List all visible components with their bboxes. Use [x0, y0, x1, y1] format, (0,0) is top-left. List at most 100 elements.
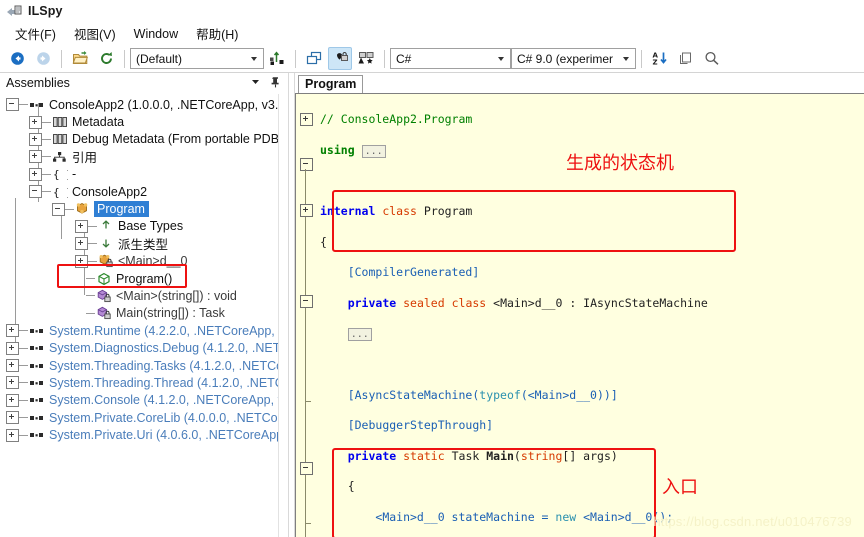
- state-machine-annotation-text: 生成的状态机: [566, 153, 674, 174]
- language-combo[interactable]: C#: [390, 48, 511, 69]
- tree-node[interactable]: Debug Metadata (From portable PDB: [0, 131, 288, 148]
- code-comment: // ConsoleApp2.Program: [320, 112, 473, 127]
- tree-expander-plus-icon[interactable]: [6, 428, 19, 442]
- class-private-icon: [98, 254, 114, 268]
- tree-node[interactable]: Program(): [0, 270, 288, 287]
- forward-icon[interactable]: [31, 47, 55, 70]
- show-private-members-icon[interactable]: [328, 47, 352, 70]
- title-bar: ILSpy: [0, 0, 864, 22]
- tree-expander-plus-icon[interactable]: [6, 376, 19, 390]
- default-combo-value: (Default): [136, 51, 183, 66]
- code-line: {: [320, 234, 327, 249]
- tree-node[interactable]: 派生类型: [0, 235, 288, 252]
- tree-node[interactable]: { }-: [0, 166, 288, 183]
- tree-expander-minus-icon[interactable]: [52, 202, 65, 216]
- fold-marker-mainwrapper[interactable]: [300, 462, 313, 475]
- tree-expander-plus-icon[interactable]: [29, 167, 42, 181]
- tree-node[interactable]: { } ConsoleApp2: [0, 183, 288, 200]
- toolbar-separator-2: [124, 49, 125, 68]
- ilspy-icon: [6, 4, 22, 18]
- namespace-icon: { }: [52, 185, 73, 199]
- tree-expander-minus-icon[interactable]: [29, 185, 42, 199]
- tree-expander-plus-icon[interactable]: [29, 115, 42, 129]
- panel-splitter[interactable]: [288, 73, 295, 537]
- tree-node[interactable]: System.Private.CoreLib (4.0.0.0, .NETCor…: [0, 409, 288, 426]
- menu-item-view[interactable]: 视图(V): [65, 22, 125, 45]
- assembly-icon: [29, 376, 45, 390]
- chevron-down-icon: [251, 56, 257, 61]
- menu-item-window[interactable]: Window: [125, 25, 187, 43]
- refresh-icon[interactable]: [94, 47, 118, 70]
- menu-item-file[interactable]: 文件(F): [6, 22, 65, 45]
- copy-icon[interactable]: [674, 47, 698, 70]
- tree-node-label: -: [72, 167, 77, 182]
- tree-expander-plus-icon[interactable]: [6, 359, 19, 373]
- svg-text:Z: Z: [653, 59, 658, 67]
- tree-node-label: <Main>d__0: [118, 254, 188, 269]
- tree-expander-plus-icon[interactable]: [29, 132, 42, 146]
- tree-node[interactable]: System.Diagnostics.Debug (4.1.2.0, .NETC: [0, 339, 288, 356]
- tree-connector: [86, 295, 95, 297]
- tree-node[interactable]: <Main>(string[]) : void: [0, 287, 288, 304]
- tree-expander-plus-icon[interactable]: [29, 150, 42, 164]
- tree-expander-plus-icon[interactable]: [75, 219, 88, 233]
- tree-node[interactable]: Main(string[]) : Task: [0, 305, 288, 322]
- tree-node[interactable]: 引用: [0, 148, 288, 165]
- tree-connector: [42, 156, 51, 158]
- tree-node-label: 引用: [72, 151, 98, 166]
- tree-node[interactable]: System.Runtime (4.2.2.0, .NETCoreApp, v: [0, 322, 288, 339]
- fold-tick: [305, 523, 311, 524]
- tree-node[interactable]: System.Private.Uri (4.0.6.0, .NETCoreApp…: [0, 426, 288, 443]
- search-icon[interactable]: [700, 47, 724, 70]
- tree-expander-plus-icon[interactable]: [6, 393, 19, 407]
- tree-connector: [19, 347, 28, 349]
- fold-marker-using[interactable]: [300, 113, 313, 126]
- svg-text:{ }: { }: [53, 168, 68, 181]
- toolbar: (Default) C# C# 9.0 (experimer A Z: [0, 45, 864, 73]
- tree-expander-plus-icon[interactable]: [6, 324, 19, 338]
- tree-node[interactable]: Base Types: [0, 218, 288, 235]
- tree-node-label: Program: [94, 201, 149, 218]
- tree-expander-plus-icon[interactable]: [75, 254, 88, 268]
- version-combo-value: C# 9.0 (experimer: [517, 51, 614, 66]
- fold-marker-class[interactable]: [300, 158, 313, 171]
- assembly-icon: [29, 341, 45, 355]
- sort-members-icon[interactable]: [265, 47, 289, 70]
- assembly-icon: [29, 393, 45, 407]
- menu-item-help[interactable]: 帮助(H): [187, 22, 247, 45]
- language-version-combo[interactable]: C# 9.0 (experimer: [511, 48, 636, 69]
- fold-marker-statemachine[interactable]: [300, 204, 313, 217]
- tree-expander-plus-icon[interactable]: [6, 341, 19, 355]
- chevron-down-icon[interactable]: [250, 76, 261, 90]
- default-language-combo[interactable]: (Default): [130, 48, 264, 69]
- pin-icon[interactable]: [270, 76, 281, 91]
- tree-connector: [65, 208, 74, 210]
- references-icon: [52, 150, 68, 164]
- tree-node[interactable]: <Main>d__0: [0, 253, 288, 270]
- show-all-members-icon[interactable]: [354, 47, 378, 70]
- tree-node[interactable]: Metadata: [0, 113, 288, 130]
- tree-node-label: ConsoleApp2 (1.0.0.0, .NETCoreApp, v3.: [49, 97, 279, 112]
- collapsed-statemachine-block[interactable]: ...: [347, 328, 372, 342]
- back-icon[interactable]: [5, 47, 29, 70]
- tree-expander-plus-icon[interactable]: [6, 411, 19, 425]
- tree-node[interactable]: Program: [0, 200, 288, 218]
- tree-connector: [19, 382, 28, 384]
- tab-program[interactable]: Program: [298, 75, 364, 93]
- tree-expander-plus-icon[interactable]: [75, 237, 88, 251]
- sort-alphabetically-icon[interactable]: A Z: [648, 47, 672, 70]
- code-line: // ConsoleApp2.Program: [317, 112, 864, 127]
- open-folder-icon[interactable]: [68, 47, 92, 70]
- assemblies-tree[interactable]: ConsoleApp2 (1.0.0.0, .NETCoreApp, v3. Me…: [0, 93, 288, 537]
- new-tab-icon[interactable]: [302, 47, 326, 70]
- tree-node[interactable]: System.Threading.Tasks (4.1.2.0, .NETCo: [0, 357, 288, 374]
- code-editor[interactable]: // ConsoleApp2.Program using ... interna…: [295, 93, 864, 537]
- tree-node[interactable]: System.Console (4.1.2.0, .NETCoreApp, v: [0, 392, 288, 409]
- tree-node-label: System.Runtime (4.2.2.0, .NETCoreApp, v: [49, 323, 285, 338]
- tree-expander-minus-icon[interactable]: [6, 98, 19, 112]
- assemblies-scrollbar[interactable]: [278, 94, 288, 537]
- tree-node[interactable]: System.Threading.Thread (4.1.2.0, .NETC: [0, 374, 288, 391]
- collapsed-using-block[interactable]: ...: [361, 144, 386, 158]
- fold-marker-main[interactable]: [300, 295, 313, 308]
- tree-node[interactable]: ConsoleApp2 (1.0.0.0, .NETCoreApp, v3.: [0, 96, 288, 113]
